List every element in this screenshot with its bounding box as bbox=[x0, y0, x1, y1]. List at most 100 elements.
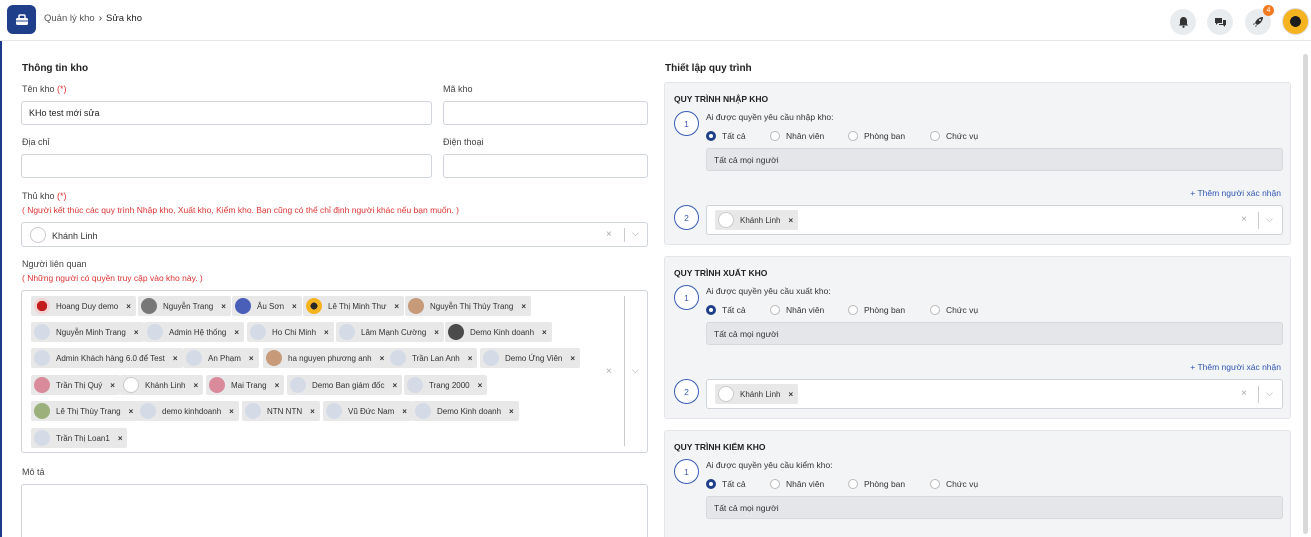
remove-icon[interactable]: × bbox=[249, 354, 254, 363]
permission-radio-group: Tất cả Nhân viên Phòng ban Chức vụ bbox=[706, 131, 978, 141]
related-chip: Demo Ban giám đốc × bbox=[287, 375, 403, 395]
remove-icon[interactable]: × bbox=[193, 381, 198, 390]
radio-staff[interactable]: Nhân viên bbox=[770, 305, 848, 315]
radio-all[interactable]: Tất cả bbox=[706, 305, 770, 315]
related-chip: Trần Lan Anh × bbox=[387, 348, 478, 368]
clear-icon[interactable]: × bbox=[1241, 214, 1247, 225]
warehouse-app-icon[interactable] bbox=[7, 5, 36, 34]
remove-icon[interactable]: × bbox=[570, 354, 575, 363]
clear-icon[interactable]: × bbox=[606, 229, 612, 240]
confirmer-select[interactable]: Khánh Linh × × ⌵ bbox=[706, 205, 1283, 235]
scrollbar[interactable] bbox=[1303, 44, 1309, 534]
remove-icon[interactable]: × bbox=[468, 354, 473, 363]
step-badge: 1 bbox=[674, 285, 699, 310]
remove-icon[interactable]: × bbox=[394, 302, 399, 311]
remove-icon[interactable]: × bbox=[234, 328, 239, 337]
remove-icon[interactable]: × bbox=[229, 407, 234, 416]
remove-icon[interactable]: × bbox=[392, 381, 397, 390]
add-confirmer-link[interactable]: + Thêm người xác nhận bbox=[1190, 188, 1281, 198]
remove-icon[interactable]: × bbox=[134, 328, 139, 337]
remove-icon[interactable]: × bbox=[324, 328, 329, 337]
clear-icon[interactable]: × bbox=[606, 366, 612, 377]
scrollbar-thumb[interactable] bbox=[1303, 54, 1308, 534]
breadcrumb: Quản lý kho › Sửa kho bbox=[44, 13, 142, 24]
top-bar: Quản lý kho › Sửa kho 4 bbox=[0, 0, 1311, 41]
notification-badge: 4 bbox=[1263, 5, 1274, 16]
process-question: Ai được quyền yêu cầu nhập kho: bbox=[706, 112, 834, 122]
related-chip: Lê Thị Minh Thư × bbox=[303, 296, 405, 316]
remove-icon[interactable]: × bbox=[788, 216, 793, 225]
radio-position[interactable]: Chức vụ bbox=[930, 479, 978, 489]
remove-icon[interactable]: × bbox=[126, 302, 131, 311]
radio-department[interactable]: Phòng ban bbox=[848, 131, 930, 141]
name-input[interactable]: KHo test mới sửa bbox=[21, 101, 432, 125]
remove-icon[interactable]: × bbox=[402, 407, 407, 416]
keeper-select[interactable]: Khánh Linh × ⌵ bbox=[21, 222, 648, 247]
radio-all[interactable]: Tất cả bbox=[706, 479, 770, 489]
remove-icon[interactable]: × bbox=[173, 354, 178, 363]
chevron-down-icon[interactable]: ⌵ bbox=[632, 228, 639, 239]
chevron-down-icon[interactable]: ⌵ bbox=[1266, 214, 1273, 225]
related-chip: Admin Khách hàng 6.0 để Test × bbox=[31, 348, 183, 368]
remove-icon[interactable]: × bbox=[221, 302, 226, 311]
breadcrumb-current: Sửa kho bbox=[106, 13, 142, 24]
export-process-panel: QUY TRÌNH XUẤT KHO 1 Ai được quyền yêu c… bbox=[664, 256, 1291, 419]
related-chip: Nguyễn Minh Trang × bbox=[31, 322, 144, 342]
desc-label: Mô tả bbox=[22, 467, 45, 477]
bell-icon[interactable] bbox=[1170, 9, 1196, 35]
phone-label: Điện thoại bbox=[443, 137, 484, 147]
import-process-panel: QUY TRÌNH NHẬP KHO 1 Ai được quyền yêu c… bbox=[664, 82, 1291, 245]
remove-icon[interactable]: × bbox=[509, 407, 514, 416]
related-chip: Demo Ứng Viên × bbox=[480, 348, 581, 368]
address-input[interactable] bbox=[21, 154, 432, 178]
process-title: QUY TRÌNH XUẤT KHO bbox=[674, 268, 768, 278]
remove-icon[interactable]: × bbox=[542, 328, 547, 337]
chevron-down-icon[interactable]: ⌵ bbox=[632, 365, 639, 376]
rocket-icon[interactable]: 4 bbox=[1245, 5, 1274, 35]
everyone-field: Tất cả mọi người bbox=[706, 148, 1283, 171]
remove-icon[interactable]: × bbox=[310, 407, 315, 416]
radio-all[interactable]: Tất cả bbox=[706, 131, 770, 141]
related-chip: Demo Kinh doanh × bbox=[445, 322, 552, 342]
related-label: Người liên quan bbox=[22, 259, 87, 269]
confirmer-chip: Khánh Linh × bbox=[715, 210, 799, 230]
related-multiselect[interactable]: Hoang Duy demo × Nguyễn Trang × Âu Sơn × Lê… bbox=[21, 290, 648, 453]
radio-department[interactable]: Phòng ban bbox=[848, 479, 930, 489]
permission-radio-group: Tất cả Nhân viên Phòng ban Chức vụ bbox=[706, 479, 978, 489]
related-chip: Khánh Linh × bbox=[120, 375, 204, 395]
remove-icon[interactable]: × bbox=[788, 390, 793, 399]
radio-position[interactable]: Chức vụ bbox=[930, 305, 978, 315]
select-divider bbox=[1258, 386, 1259, 403]
clear-icon[interactable]: × bbox=[1241, 388, 1247, 399]
keeper-value: Khánh Linh bbox=[52, 231, 98, 241]
user-avatar[interactable] bbox=[1282, 8, 1309, 35]
remove-icon[interactable]: × bbox=[434, 328, 439, 337]
code-input[interactable] bbox=[443, 101, 648, 125]
remove-icon[interactable]: × bbox=[129, 407, 134, 416]
select-divider bbox=[1258, 212, 1259, 229]
related-chip: An Phạm × bbox=[183, 348, 259, 368]
related-chip: Trần Thị Quý × bbox=[31, 375, 120, 395]
remove-icon[interactable]: × bbox=[275, 381, 280, 390]
add-confirmer-link[interactable]: + Thêm người xác nhận bbox=[1190, 362, 1281, 372]
name-label: Tên kho (*) bbox=[22, 84, 67, 94]
breadcrumb-parent[interactable]: Quản lý kho bbox=[44, 13, 95, 24]
remove-icon[interactable]: × bbox=[110, 381, 115, 390]
remove-icon[interactable]: × bbox=[292, 302, 297, 311]
radio-staff[interactable]: Nhân viên bbox=[770, 131, 848, 141]
radio-position[interactable]: Chức vụ bbox=[930, 131, 978, 141]
radio-department[interactable]: Phòng ban bbox=[848, 305, 930, 315]
remove-icon[interactable]: × bbox=[380, 354, 385, 363]
remove-icon[interactable]: × bbox=[478, 381, 483, 390]
chat-icon[interactable] bbox=[1207, 9, 1233, 35]
address-label: Địa chỉ bbox=[22, 137, 50, 147]
related-chip: Nguyễn Trang × bbox=[138, 296, 231, 316]
phone-input[interactable] bbox=[443, 154, 648, 178]
chevron-down-icon[interactable]: ⌵ bbox=[1266, 388, 1273, 399]
remove-icon[interactable]: × bbox=[521, 302, 526, 311]
confirmer-select[interactable]: Khánh Linh × × ⌵ bbox=[706, 379, 1283, 409]
remove-icon[interactable]: × bbox=[118, 434, 123, 443]
radio-staff[interactable]: Nhân viên bbox=[770, 479, 848, 489]
desc-textarea[interactable] bbox=[21, 484, 648, 537]
confirmer-chip: Khánh Linh × bbox=[715, 384, 799, 404]
